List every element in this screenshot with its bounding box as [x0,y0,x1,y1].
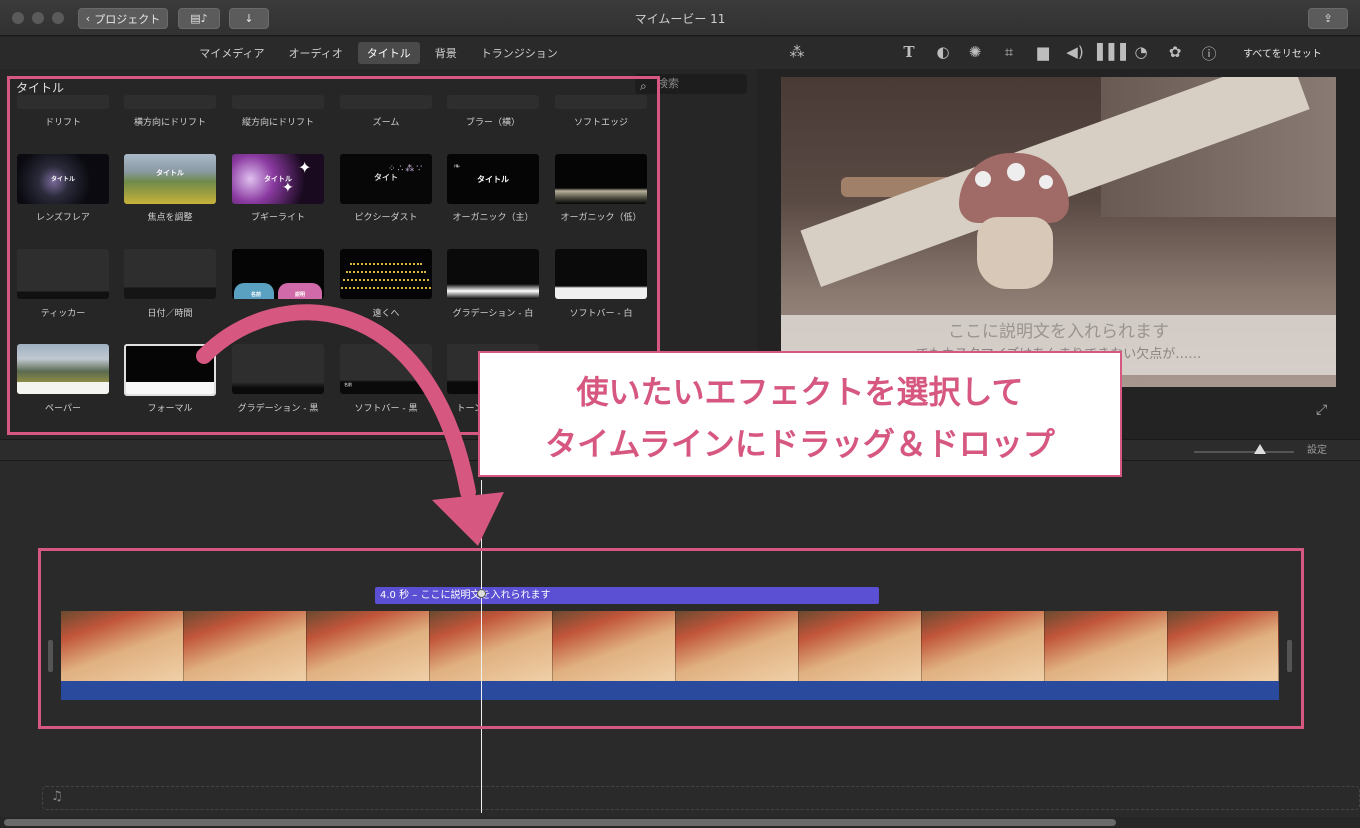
instruction-callout: 使いたいエフェクトを選択して タイムラインにドラッグ＆ドロップ [478,351,1122,477]
callout-line-2: タイムラインにドラッグ＆ドロップ [545,425,1055,463]
drag-arrow-head [432,492,504,546]
callout-line-1: 使いたいエフェクトを選択して [576,373,1024,411]
drag-arrow-curve [196,304,476,500]
